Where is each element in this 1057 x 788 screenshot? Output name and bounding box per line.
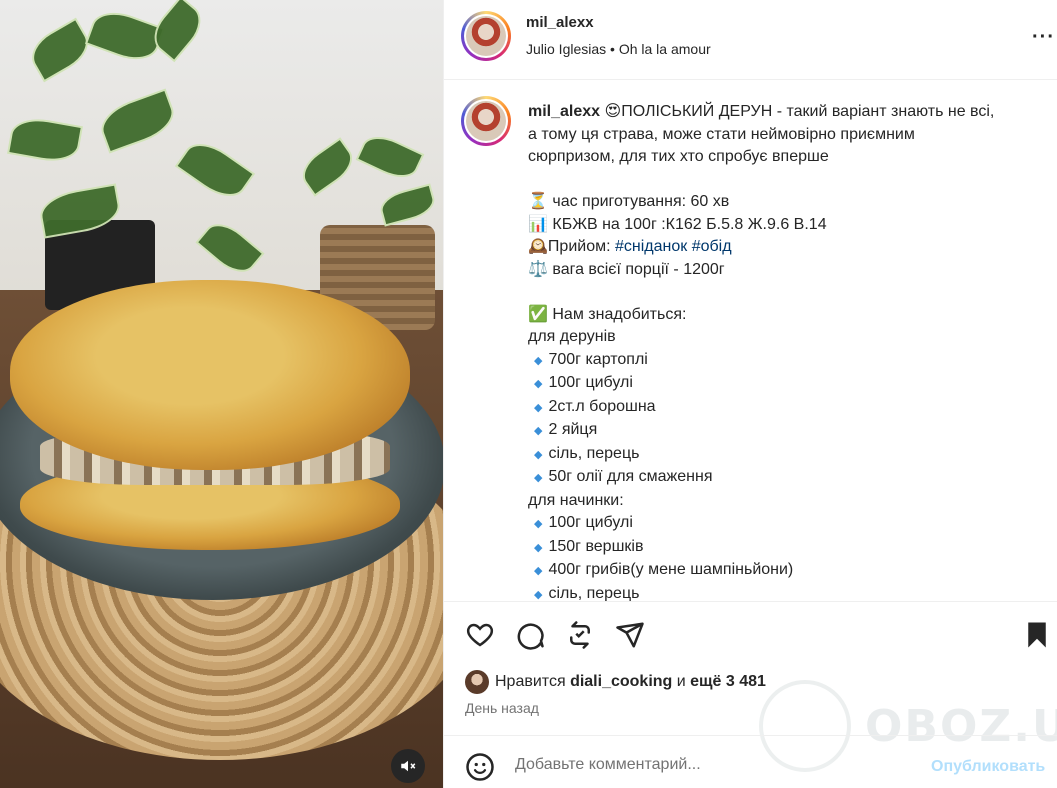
liker-avatar[interactable] xyxy=(465,670,489,694)
avatar[interactable] xyxy=(461,11,511,61)
post-header: mil_alexx Julio Iglesias • Oh la la amou… xyxy=(444,0,1057,80)
post-comment-button[interactable]: Опубликовать xyxy=(931,758,1045,776)
mute-icon xyxy=(401,760,416,772)
meal-line: 🕰️Прийом: #сніданок #обід xyxy=(528,238,732,255)
ingredient-item: ◆ 50г олії для смаження xyxy=(534,468,713,485)
diamond-icon: ◆ xyxy=(534,448,543,461)
diamond-icon: ◆ xyxy=(534,518,543,530)
caption-line: сюрпризом, для тих хто спробує вперше xyxy=(528,148,829,165)
ingredient-item: ◆ 100г цибулі xyxy=(534,514,633,531)
audio-info[interactable]: Julio Iglesias • Oh la la amour xyxy=(526,41,711,57)
ingredient-item: ◆ сіль, перець xyxy=(534,584,640,602)
hashtag-link[interactable]: #обід xyxy=(692,238,732,255)
more-options-icon[interactable]: ··· xyxy=(1032,26,1055,49)
like-icon[interactable] xyxy=(465,620,495,650)
ingredient-item: ◆ 700г картоплі xyxy=(534,350,648,368)
caption-area: mil_alexx 😍ПОЛІСЬКИЙ ДЕРУН - такий варіа… xyxy=(444,81,1057,601)
diamond-icon: ◆ xyxy=(534,425,543,437)
likes-count[interactable]: ещё 3 481 xyxy=(690,673,766,691)
ingredient-item: ◆ сіль, перець xyxy=(534,444,640,462)
header-username[interactable]: mil_alexx xyxy=(526,14,594,31)
ingredient-item: ◆ 100г цибулі xyxy=(534,374,633,391)
ingredient-item: ◆ 2ст.л борошна xyxy=(534,397,656,415)
post-time[interactable]: День назад xyxy=(465,700,539,716)
diamond-icon: ◆ xyxy=(534,401,543,414)
caption-username[interactable]: mil_alexx xyxy=(528,103,600,120)
post-media[interactable] xyxy=(0,0,443,788)
comment-icon[interactable] xyxy=(515,620,545,650)
diamond-icon: ◆ xyxy=(534,354,543,367)
diamond-icon: ◆ xyxy=(534,472,543,484)
comment-input[interactable] xyxy=(515,756,915,774)
share-icon[interactable] xyxy=(615,620,645,650)
save-icon[interactable] xyxy=(1022,620,1052,650)
caption-line: 😍ПОЛІСЬКИЙ ДЕРУН - такий варіант знають … xyxy=(600,103,995,120)
deruny-heading: для дерунів xyxy=(528,328,616,345)
likes-line: Нравится diali_cooking и ещё 3 481 xyxy=(465,668,766,696)
repost-icon[interactable] xyxy=(565,620,595,650)
prep-time: ⏳ час приготування: 60 хв xyxy=(528,193,730,210)
weight: ⚖️ вага всієї порції - 1200г xyxy=(528,260,725,278)
avatar-image xyxy=(466,101,506,141)
filling-heading: для начинки: xyxy=(528,491,624,509)
comment-bar: Опубликовать xyxy=(444,735,1057,788)
mute-button[interactable] xyxy=(391,749,425,783)
ingredient-item: ◆ 400г грибів(у мене шампіньйони) xyxy=(534,561,794,578)
diamond-icon: ◆ xyxy=(534,541,543,554)
caption-avatar[interactable] xyxy=(461,96,511,146)
hashtag-link[interactable]: #сніданок xyxy=(615,238,687,255)
diamond-icon: ◆ xyxy=(534,565,543,577)
liker-username[interactable]: diali_cooking xyxy=(570,673,672,691)
action-bar xyxy=(444,601,1057,663)
caption-text: mil_alexx 😍ПОЛІСЬКИЙ ДЕРУН - такий варіа… xyxy=(528,101,1033,601)
pancake-top xyxy=(10,280,410,470)
post-panel: mil_alexx Julio Iglesias • Oh la la amou… xyxy=(443,0,1057,788)
kbzhv: 📊 КБЖВ на 100г :К162 Б.5.8 Ж.9.6 В.14 xyxy=(528,215,827,233)
caption-line: а тому ця страва, може стати неймовірно … xyxy=(528,125,915,143)
need-heading: ✅ Нам знадобиться: xyxy=(528,305,687,323)
diamond-icon: ◆ xyxy=(534,588,543,601)
avatar-image xyxy=(466,16,506,56)
ingredient-item: ◆ 2 яйця xyxy=(534,421,598,438)
diamond-icon: ◆ xyxy=(534,378,543,390)
emoji-icon[interactable] xyxy=(465,752,495,782)
ingredient-item: ◆ 150г вершків xyxy=(534,537,644,555)
